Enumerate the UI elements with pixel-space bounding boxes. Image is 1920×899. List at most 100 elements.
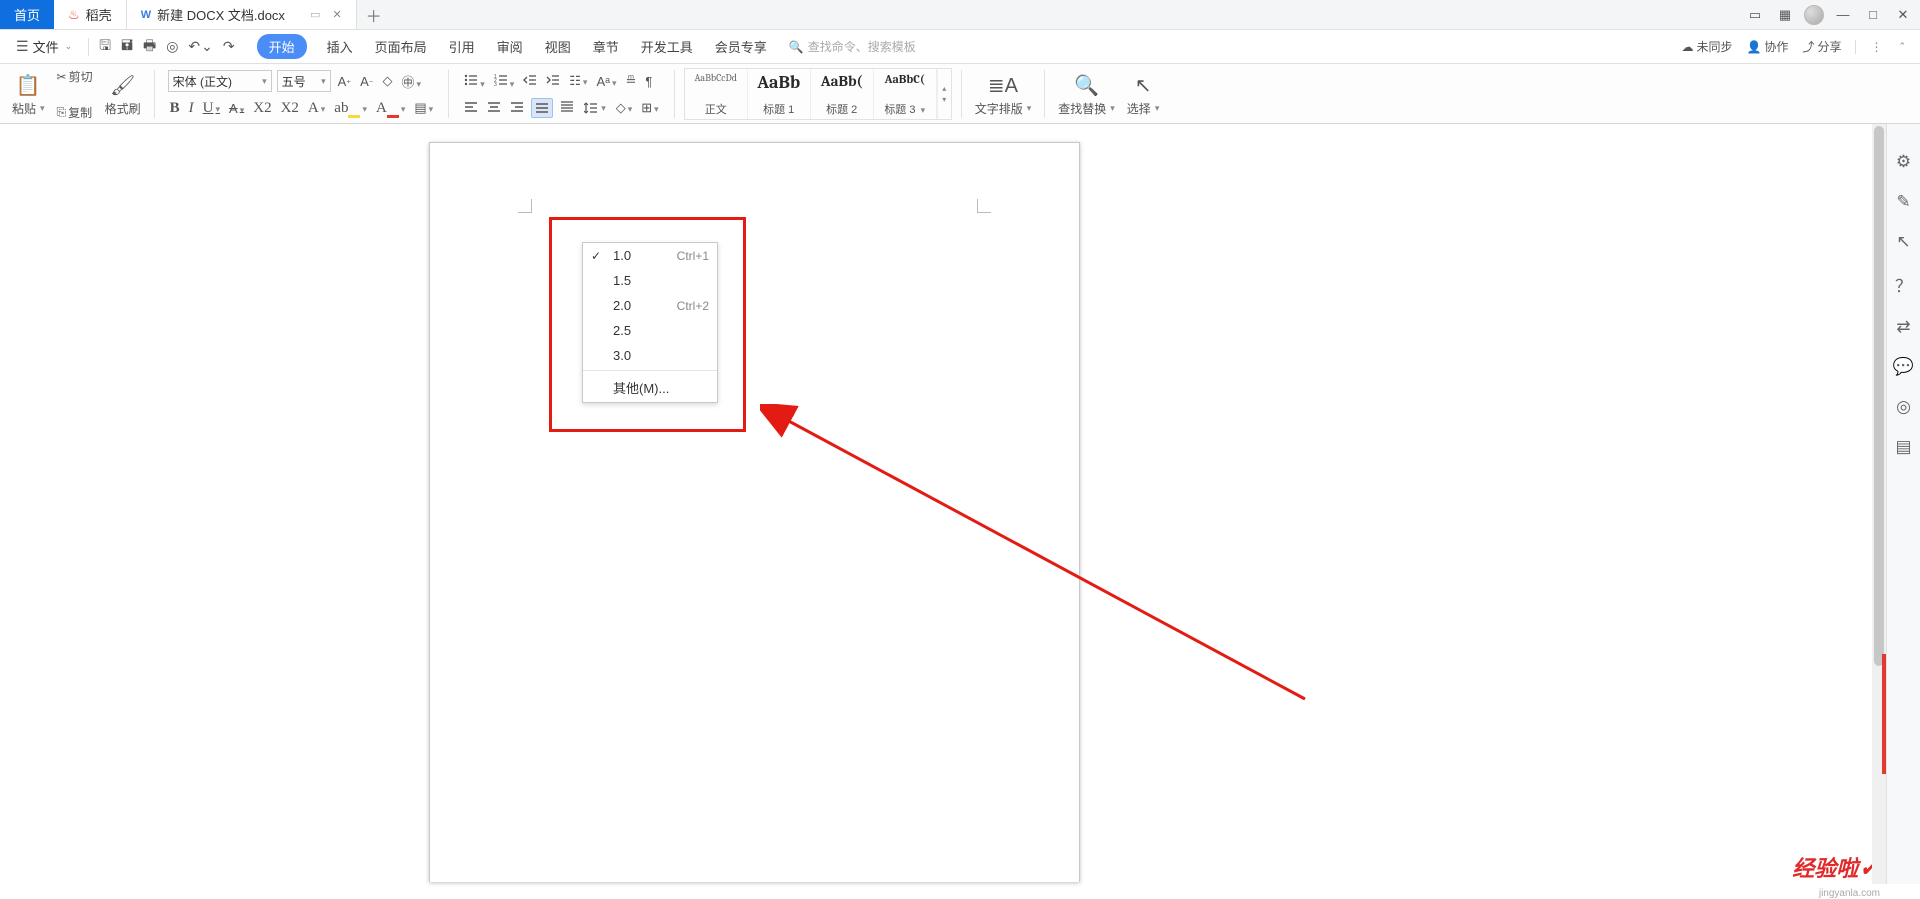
tab-shell[interactable]: ♨ 稻壳 [54,0,127,29]
menu-more-icon[interactable]: ⋮ [1870,40,1882,54]
distribute-button[interactable] [558,100,576,117]
save-as-icon[interactable]: 🖬 [121,35,133,59]
add-tab-button[interactable]: ＋ [357,0,391,29]
text-direction-button[interactable]: ☷▾ [567,73,589,89]
style-label-normal: 正文 [705,101,727,117]
ribbon-tab-member[interactable]: 会员专享 [713,35,769,58]
vertical-scrollbar[interactable] [1872,124,1886,884]
show-marks-button[interactable]: ¶ [643,74,654,89]
select-button[interactable]: ↖ 选择▾ [1123,68,1164,121]
pinyin-guide-icon[interactable]: ㊥▾ [400,72,424,91]
ribbon-tab-view[interactable]: 视图 [543,35,573,58]
sidebar-pen-icon[interactable]: ✎ [1896,192,1910,212]
italic-button[interactable]: I [187,100,196,117]
undo-icon[interactable]: ↶⌄ [188,35,212,59]
window-maximize-icon[interactable]: □ [1862,4,1884,26]
ribbon-tab-pagelayout[interactable]: 页面布局 [373,35,429,58]
collapse-ribbon-icon[interactable]: ⌃ [1898,41,1906,52]
file-menu[interactable]: ☰ 文件 ⌄ [10,35,78,58]
sync-status[interactable]: ☁未同步 [1681,38,1732,55]
sidebar-cursor-icon[interactable]: ↖ [1896,232,1910,252]
style-prev-h3: AaBbC( [885,72,925,86]
bullets-button[interactable]: ▾ [462,73,487,90]
pin-icon[interactable]: ▭ [310,8,320,21]
share-button[interactable]: ⤴分享 [1802,38,1841,55]
style-prev-h2: AaBb( [821,72,863,90]
increase-indent-button[interactable] [544,73,562,90]
fire-icon: ♨ [68,7,80,23]
close-tab-icon[interactable]: ✕ [332,8,341,21]
align-center-button[interactable] [485,100,503,117]
style-normal[interactable]: AaBbCcDd正文 [685,69,748,119]
sidebar-target-icon[interactable]: ◎ [1896,397,1911,417]
borders-button[interactable]: ⊞▾ [639,100,660,116]
tab-home[interactable]: 首页 [0,0,54,29]
styles-gallery-arrows[interactable]: ▴▾ [937,69,951,119]
sidebar-help-icon[interactable]: ？ [1895,272,1912,297]
style-heading2[interactable]: AaBb(标题 2 [811,69,874,119]
find-replace-label: 查找替换 [1058,100,1106,117]
paste-button[interactable]: 📋 粘贴▾ [8,68,49,121]
cut-button[interactable]: ✂剪切 [57,68,93,85]
ribbon-tab-insert[interactable]: 插入 [325,35,355,58]
print-preview-icon[interactable]: ◎ [166,35,178,59]
ribbon-tab-developer[interactable]: 开发工具 [639,35,695,58]
collab-button[interactable]: 👤协作 [1746,38,1788,55]
scissors-icon: ✂ [57,70,67,84]
decrease-indent-button[interactable] [521,73,539,90]
window-close-icon[interactable]: ✕ [1892,4,1914,26]
font-size-select[interactable]: 五号▾ [277,70,331,92]
subscript-button[interactable]: X2 [279,100,301,117]
styles-gallery[interactable]: AaBbCcDd正文 AaBb标题 1 AaBb(标题 2 AaBbC( 标题 3… [684,68,952,120]
sidebar-chat-icon[interactable]: 💬 [1893,357,1914,377]
superscript-button[interactable]: X2 [251,100,273,117]
scrollbar-thumb[interactable] [1874,126,1884,666]
line-spacing-button[interactable]: ▾ [581,99,609,117]
sidebar-library-icon[interactable]: ▤ [1895,437,1911,457]
highlight-button[interactable]: ab▾ [332,100,369,117]
clear-format-icon[interactable]: ◇ [381,73,395,89]
char-shading-button[interactable]: ▤▾ [412,100,435,116]
ribbon-tab-start[interactable]: 开始 [257,34,307,59]
asian-layout-button[interactable]: Aᵃ▾ [594,74,618,89]
save-icon[interactable]: 🖫 [99,35,111,59]
bold-button[interactable]: B [168,100,182,117]
sidebar-settings-icon[interactable]: ⇄ [1896,317,1910,337]
title-tabs-bar: 首页 ♨ 稻壳 W 新建 DOCX 文档.docx ▭ ✕ ＋ ▭ ▦ — □ … [0,0,1920,30]
text-typeset-button[interactable]: ≣A 文字排版▾ [971,68,1036,121]
command-search[interactable]: 🔍 查找命令、搜索模板 [789,38,916,55]
style-heading1[interactable]: AaBb标题 1 [748,69,811,119]
shading-button[interactable]: ◇▾ [614,100,635,116]
ribbon-tab-references[interactable]: 引用 [447,35,477,58]
tab-document[interactable]: W 新建 DOCX 文档.docx ▭ ✕ [127,0,357,29]
window-minimize-icon[interactable]: — [1832,4,1854,26]
quick-access-toolbar: 🖫 🖬 🖶 ◎ ↶⌄ ↷ [99,35,234,59]
style-label-h1: 标题 1 [763,101,794,117]
text-effects-button[interactable]: A▾ [306,100,327,117]
avatar-icon[interactable] [1804,5,1824,25]
increase-font-icon[interactable]: A⁺ [336,74,353,89]
font-name-select[interactable]: 宋体 (正文)▾ [168,70,272,92]
align-left-button[interactable] [462,100,480,117]
layout-mode-icon[interactable]: ▭ [1744,4,1766,26]
sidebar-ai-icon[interactable]: ⚙ [1896,152,1911,172]
print-icon[interactable]: 🖶 [143,35,156,59]
redo-icon[interactable]: ↷ [223,35,235,59]
strikethrough-button[interactable]: A▾ [227,101,246,116]
font-color-button[interactable]: A▾ [374,100,407,117]
grid-apps-icon[interactable]: ▦ [1774,4,1796,26]
ribbon-tab-sections[interactable]: 章节 [591,35,621,58]
style-heading3[interactable]: AaBbC(标题 3 ▾ [874,69,937,119]
find-replace-button[interactable]: 🔍 查找替换▾ [1054,68,1119,121]
align-right-button[interactable] [508,100,526,117]
decrease-font-icon[interactable]: A⁻ [358,74,375,89]
align-justify-button[interactable] [531,98,553,118]
numbering-button[interactable]: 123▾ [492,73,517,90]
underline-button[interactable]: U▾ [201,100,222,117]
format-painter-label: 格式刷 [105,100,141,117]
ribbon-tab-review[interactable]: 审阅 [495,35,525,58]
copy-button[interactable]: ⎘复制 [57,104,93,121]
style-label-h3: 标题 3 [884,104,915,116]
sort-button[interactable]: ≞ [624,73,639,89]
format-painter-button[interactable]: 🖌 格式刷 [101,68,145,121]
